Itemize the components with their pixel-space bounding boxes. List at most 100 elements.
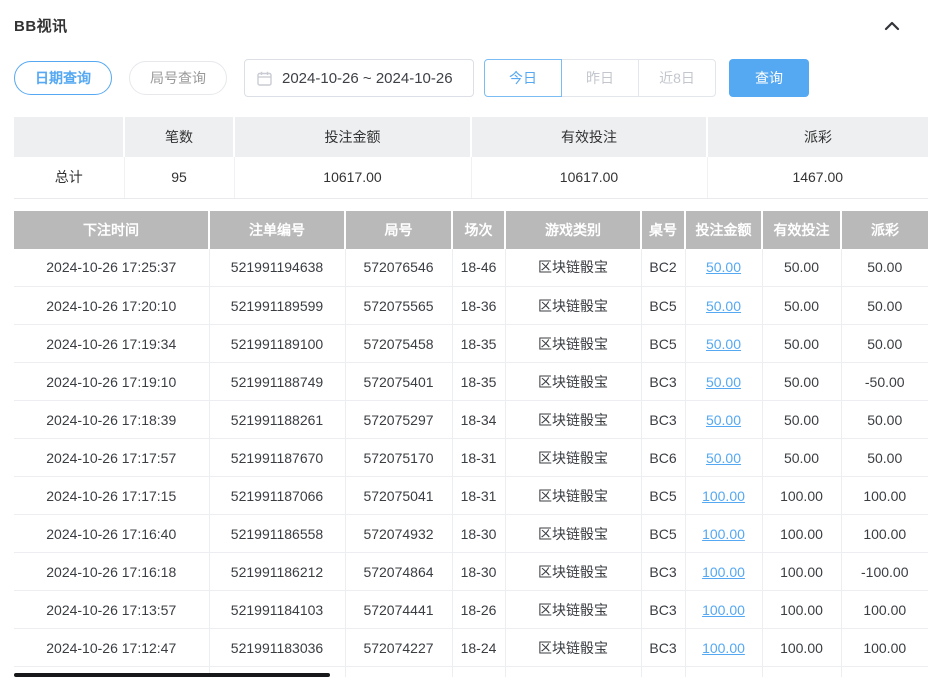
cell-round-id: 572075041 [345,477,452,515]
cell-bet-amount: 100.00 [685,477,762,515]
cell-bet-amount: 50.00 [685,287,762,325]
cell-round-id: 572074227 [345,629,452,667]
table-row: 2024-10-26 17:12:47521991183036572074227… [14,629,928,667]
cell-game-type: 区块链骰宝 [505,363,641,401]
summary-total-valid-bet: 10617.00 [471,157,707,198]
cell-session: 18-31 [452,439,505,477]
tab-round-query[interactable]: 局号查询 [129,61,227,95]
bet-amount-link[interactable]: 100.00 [702,488,745,504]
cell-round-id: 572075297 [345,401,452,439]
date-range-input[interactable]: 2024-10-26 ~ 2024-10-26 [244,59,474,97]
cell-empty [841,667,928,677]
cell-order-id: 521991189100 [209,325,345,363]
bet-amount-link[interactable]: 100.00 [702,640,745,656]
summary-table: 笔数 投注金额 有效投注 派彩 总计 95 10617.00 10617.00 … [14,117,928,199]
cell-payout: 100.00 [841,477,928,515]
table-row: 2024-10-26 17:25:37521991194638572076546… [14,249,928,287]
cell-game-type: 区块链骰宝 [505,477,641,515]
cell-round-id: 572074441 [345,591,452,629]
cell-bet-time: 2024-10-26 17:18:39 [14,401,209,439]
horizontal-scrollbar-thumb[interactable] [14,673,330,677]
bet-records-table: 下注时间 注单编号 局号 场次 游戏类别 桌号 投注金额 有效投注 派彩 202… [14,211,928,677]
cell-order-id: 521991186212 [209,553,345,591]
cell-bet-time: 2024-10-26 17:20:10 [14,287,209,325]
cell-payout: 100.00 [841,515,928,553]
quick-range-last8days[interactable]: 近8日 [638,59,716,97]
cell-order-id: 521991194638 [209,249,345,287]
cell-bet-amount: 50.00 [685,325,762,363]
cell-payout: 50.00 [841,439,928,477]
cell-round-id: 572075170 [345,439,452,477]
cell-bet-amount: 50.00 [685,401,762,439]
cell-payout: -50.00 [841,363,928,401]
quick-range-group: 今日 昨日 近8日 [484,59,716,97]
cell-table-no: BC5 [641,325,685,363]
cell-bet-time: 2024-10-26 17:25:37 [14,249,209,287]
cell-order-id: 521991186558 [209,515,345,553]
summary-total-bet-amount: 10617.00 [234,157,471,198]
summary-col-payout: 派彩 [707,117,928,157]
bet-amount-link[interactable]: 100.00 [702,526,745,542]
cell-table-no: BC2 [641,249,685,287]
cell-bet-amount: 50.00 [685,363,762,401]
cell-payout: 100.00 [841,591,928,629]
chevron-up-icon [884,20,900,32]
tab-date-query[interactable]: 日期查询 [14,61,112,95]
summary-total-row: 总计 95 10617.00 10617.00 1467.00 [14,157,928,198]
cell-game-type: 区块链骰宝 [505,325,641,363]
cell-game-type: 区块链骰宝 [505,439,641,477]
bet-amount-link[interactable]: 50.00 [706,336,741,352]
cell-empty [452,667,505,677]
summary-col-count: 笔数 [124,117,234,157]
table-row: 2024-10-26 17:13:57521991184103572074441… [14,591,928,629]
col-session: 场次 [452,211,505,249]
cell-empty [505,667,641,677]
summary-col-valid-bet: 有效投注 [471,117,707,157]
cell-table-no: BC5 [641,287,685,325]
cell-bet-time: 2024-10-26 17:19:34 [14,325,209,363]
bet-amount-link[interactable]: 50.00 [706,298,741,314]
panel-title: BB视讯 [14,15,68,36]
cell-table-no: BC6 [641,439,685,477]
calendar-icon [257,71,272,86]
search-button[interactable]: 查询 [729,59,809,97]
quick-range-yesterday[interactable]: 昨日 [561,59,639,97]
cell-valid-bet: 50.00 [762,287,841,325]
cell-bet-amount: 100.00 [685,553,762,591]
bet-amount-link[interactable]: 50.00 [706,450,741,466]
collapse-button[interactable] [880,16,904,36]
table-row: 2024-10-26 17:19:10521991188749572075401… [14,363,928,401]
filter-toolbar: 日期查询 局号查询 2024-10-26 ~ 2024-10-26 今日 昨日 … [14,59,928,97]
cell-bet-amount: 100.00 [685,591,762,629]
cell-valid-bet: 100.00 [762,591,841,629]
bet-amount-link[interactable]: 50.00 [706,259,741,275]
summary-col-blank [14,117,124,157]
cell-session: 18-46 [452,249,505,287]
cell-order-id: 521991187670 [209,439,345,477]
cell-payout: 50.00 [841,401,928,439]
cell-game-type: 区块链骰宝 [505,249,641,287]
cell-session: 18-30 [452,553,505,591]
cell-order-id: 521991188749 [209,363,345,401]
summary-col-bet-amount: 投注金额 [234,117,471,157]
cell-valid-bet: 50.00 [762,401,841,439]
col-table-no: 桌号 [641,211,685,249]
bet-amount-link[interactable]: 50.00 [706,374,741,390]
cell-bet-time: 2024-10-26 17:17:15 [14,477,209,515]
quick-range-today[interactable]: 今日 [484,59,562,97]
summary-total-payout: 1467.00 [707,157,928,198]
col-valid-bet: 有效投注 [762,211,841,249]
cell-empty [345,667,452,677]
cell-payout: 50.00 [841,287,928,325]
bet-amount-link[interactable]: 100.00 [702,602,745,618]
summary-total-count: 95 [124,157,234,198]
bet-amount-link[interactable]: 100.00 [702,564,745,580]
cell-round-id: 572074864 [345,553,452,591]
bet-amount-link[interactable]: 50.00 [706,412,741,428]
cell-bet-amount: 100.00 [685,515,762,553]
table-row: 2024-10-26 17:19:34521991189100572075458… [14,325,928,363]
cell-session: 18-31 [452,477,505,515]
panel-titlebar: BB视讯 [14,0,928,36]
col-game-type: 游戏类别 [505,211,641,249]
cell-session: 18-36 [452,287,505,325]
